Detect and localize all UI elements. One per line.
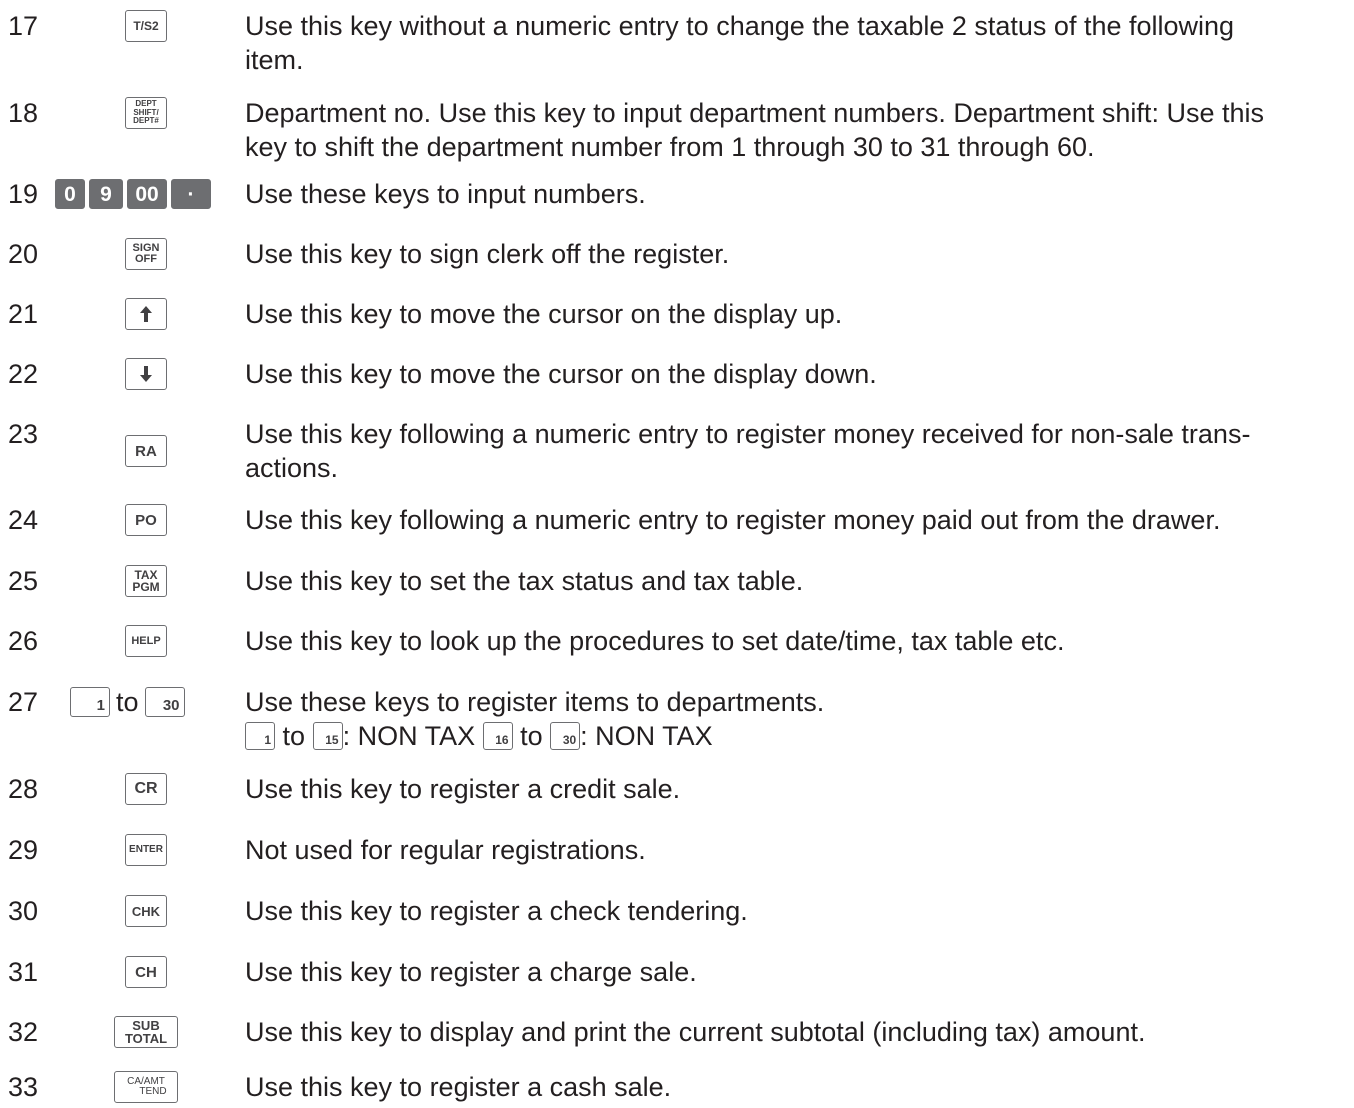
to-label: to <box>116 686 139 717</box>
nine-key: 9 <box>89 179 123 209</box>
dept-shift-key: DEPT SHIFT/ DEPT# <box>125 97 167 129</box>
row-number: 24 <box>8 505 39 535</box>
row-number: 33 <box>8 1072 39 1102</box>
row-description: Use this key to move the cursor on the d… <box>245 299 843 329</box>
row-description: Use this key to sign clerk off the regis… <box>245 239 730 269</box>
up-arrow-key <box>125 298 167 330</box>
row-description: Use this key to set the tax status and t… <box>245 566 804 596</box>
ch-key: CH <box>125 956 167 988</box>
row-number: 25 <box>8 566 39 596</box>
row-number: 27 <box>8 687 39 717</box>
row-description: Use this key to display and print the cu… <box>245 1017 1146 1047</box>
row-number: 21 <box>8 299 39 329</box>
row-description: Use these keys to register items to depa… <box>245 685 1345 753</box>
department-key-1: 1 <box>70 687 110 717</box>
row-number: 29 <box>8 835 39 865</box>
sign-off-key: SIGN OFF <box>125 238 167 270</box>
row-description: Use this key following a numeric entry t… <box>245 419 1251 483</box>
row-number: 20 <box>8 239 39 269</box>
zero-key: 0 <box>55 179 85 209</box>
department-key-16-inline: 16 <box>482 721 513 750</box>
row-number: 18 <box>8 98 39 128</box>
ra-key: RA <box>125 435 167 467</box>
row-description: Not used for regular registrations. <box>245 835 646 865</box>
row-description: Use this key to register a credit sale. <box>245 774 681 804</box>
ca-amt-tend-key: CA/AMT TEND <box>114 1071 178 1103</box>
row-description: Use these keys to input numbers. <box>245 179 646 209</box>
row-number: 19 <box>8 179 39 209</box>
row-number: 31 <box>8 957 39 987</box>
down-arrow-key <box>125 358 167 390</box>
down-arrow-icon <box>140 366 152 382</box>
double-zero-key: 00 <box>127 179 167 209</box>
row-description: Use this key to move the cursor on the d… <box>245 359 877 389</box>
row-number: 30 <box>8 896 39 926</box>
row-number: 17 <box>8 11 39 41</box>
row-description: Use this key following a numeric entry t… <box>245 505 1221 535</box>
row-description: Department no. Use this key to input dep… <box>245 98 1264 162</box>
enter-key: ENTER <box>125 834 167 866</box>
row-number: 22 <box>8 359 39 389</box>
row-description: Use this key to register a charge sale. <box>245 957 697 987</box>
subtotal-key: SUB TOTAL <box>114 1016 178 1048</box>
department-key-15-inline: 15 <box>312 721 343 750</box>
tax-status-line: 1 to 15: NON TAX 16 to 30: NON TAX <box>245 719 1345 753</box>
decimal-point-key: · <box>171 179 211 209</box>
t-s2-key: T/S2 <box>125 10 167 42</box>
row-description: Use this key without a numeric entry to … <box>245 11 1235 75</box>
row-number: 28 <box>8 774 39 804</box>
row-description: Use this key to register a check tenderi… <box>245 896 748 926</box>
department-key-1-inline: 1 <box>245 721 275 750</box>
chk-key: CHK <box>125 895 167 927</box>
row-number: 23 <box>8 419 39 449</box>
row-number: 32 <box>8 1017 39 1047</box>
tax-pgm-key: TAX PGM <box>125 565 167 597</box>
department-key-30-inline: 30 <box>550 721 581 750</box>
row-description: Use this key to register a cash sale. <box>245 1072 672 1102</box>
po-key: PO <box>125 504 167 536</box>
department-key-30: 30 <box>144 687 185 717</box>
cr-key: CR <box>125 773 167 805</box>
help-key: HELP <box>125 625 167 657</box>
up-arrow-icon <box>140 306 152 322</box>
row-description: Use this key to look up the procedures t… <box>245 626 1065 656</box>
row-number: 26 <box>8 626 39 656</box>
